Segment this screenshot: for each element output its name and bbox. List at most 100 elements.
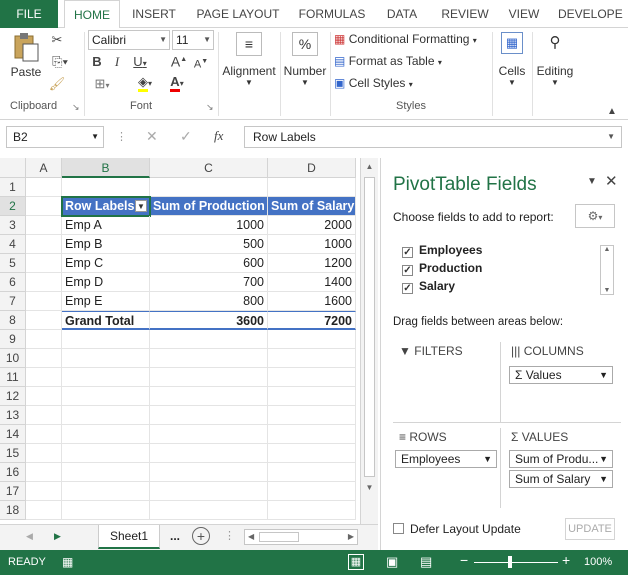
next-sheet-icon[interactable]: ▶ (54, 531, 61, 542)
tab-data[interactable]: DATA (378, 0, 426, 28)
pivot-cell-row-label[interactable]: Emp C (62, 254, 150, 273)
row-header-12[interactable]: 12 (0, 387, 26, 406)
filter-dropdown-icon[interactable]: ▼ (135, 200, 147, 212)
cell-styles-button[interactable]: ▣ Cell Styles ▾ (334, 76, 490, 94)
field-production[interactable]: ✓ Production (402, 259, 482, 277)
row-header-5[interactable]: 5 (0, 254, 26, 273)
row-header-1[interactable]: 1 (0, 178, 26, 197)
row-header-17[interactable]: 17 (0, 482, 26, 501)
grid-cell[interactable] (26, 463, 62, 482)
grid-cell[interactable] (62, 330, 150, 349)
columns-area[interactable]: ||| COLUMNS Σ Values ▼ (505, 342, 623, 422)
normal-view-icon[interactable]: ▦ (348, 554, 364, 570)
checkbox-checked-icon[interactable]: ✓ (402, 283, 413, 294)
checkbox-checked-icon[interactable]: ✓ (402, 247, 413, 258)
update-button[interactable]: UPDATE (565, 518, 615, 540)
grid-cell[interactable] (150, 330, 268, 349)
pivot-header-production[interactable]: Sum of Production (150, 197, 268, 216)
grid-cell[interactable] (26, 254, 62, 273)
enter-icon[interactable]: ✓ (180, 128, 192, 145)
copy-icon[interactable]: ⎘▾ (48, 54, 72, 70)
grid-cell[interactable] (26, 292, 62, 311)
field-list-scrollbar[interactable]: ▲ ▼ (600, 245, 614, 295)
grid-cell[interactable] (268, 444, 356, 463)
grid-cell[interactable] (150, 482, 268, 501)
grid-cell[interactable] (62, 349, 150, 368)
grid-cell[interactable] (62, 406, 150, 425)
grid-cell[interactable] (150, 444, 268, 463)
column-header-b[interactable]: B (62, 158, 150, 178)
zoom-slider-thumb[interactable] (508, 556, 512, 568)
grid-cell[interactable] (26, 425, 62, 444)
row-header-7[interactable]: 7 (0, 292, 26, 311)
field-employees[interactable]: ✓ Employees (402, 241, 482, 259)
sheet-tab-sheet1[interactable]: Sheet1 (98, 525, 160, 549)
defer-layout-checkbox[interactable]: Defer Layout Update (393, 522, 521, 536)
pivot-cell-production[interactable]: 800 (150, 292, 268, 311)
row-header-4[interactable]: 4 (0, 235, 26, 254)
cancel-icon[interactable]: ✕ (146, 128, 158, 145)
collapse-ribbon-icon[interactable]: ▲ (604, 104, 620, 120)
grid-cell[interactable] (62, 463, 150, 482)
grid-cell[interactable] (26, 368, 62, 387)
grid-cell[interactable] (268, 406, 356, 425)
grid-cell[interactable] (26, 444, 62, 463)
zoom-level[interactable]: 100% (584, 556, 612, 568)
pivot-cell-salary[interactable]: 1000 (268, 235, 356, 254)
grid-cell[interactable] (26, 349, 62, 368)
horizontal-scrollbar[interactable]: ◀ ▶ (244, 529, 358, 545)
row-header-11[interactable]: 11 (0, 368, 26, 387)
tab-review[interactable]: REVIEW (436, 0, 494, 28)
name-box[interactable]: B2 ▼ (6, 126, 104, 148)
grid-cell[interactable] (150, 463, 268, 482)
macro-record-icon[interactable]: ▦ (62, 555, 73, 569)
pivot-cell-salary[interactable]: 1200 (268, 254, 356, 273)
grid-cell[interactable] (62, 482, 150, 501)
row-header-15[interactable]: 15 (0, 444, 26, 463)
tab-formulas[interactable]: FORMULAS (294, 0, 370, 28)
row-header-9[interactable]: 9 (0, 330, 26, 349)
row-header-3[interactable]: 3 (0, 216, 26, 235)
grid-cell[interactable] (150, 501, 268, 520)
zoom-in-icon[interactable]: + (562, 552, 570, 568)
cells-button[interactable]: ▦ Cells ▼ (494, 32, 530, 98)
grid-cell[interactable] (62, 444, 150, 463)
rows-area[interactable]: ≡ ROWS Employees ▼ (393, 428, 501, 508)
borders-icon[interactable]: ⊞▾ (88, 76, 116, 94)
clipboard-launcher-icon[interactable]: ↘ (72, 102, 80, 113)
pivot-header-row-labels[interactable]: Row Labels ▼ (62, 197, 150, 216)
grid-cell[interactable] (268, 178, 356, 197)
decrease-font-icon[interactable]: A▼ (192, 54, 210, 73)
scroll-down-icon[interactable]: ▼ (601, 287, 613, 294)
pivot-cell-production[interactable]: 1000 (150, 216, 268, 235)
pivot-cell-row-label[interactable]: Emp D (62, 273, 150, 292)
rows-employees-pill[interactable]: Employees ▼ (395, 450, 497, 468)
scroll-down-icon[interactable]: ▼ (361, 483, 378, 492)
underline-icon[interactable]: U▾ (128, 54, 152, 72)
close-icon[interactable]: ✕ (605, 172, 618, 190)
grid-cell[interactable] (150, 406, 268, 425)
values-production-pill[interactable]: Sum of Produ... ▼ (509, 450, 613, 468)
conditional-formatting-button[interactable]: ▦ Conditional Formatting ▾ (334, 32, 490, 50)
row-header-10[interactable]: 10 (0, 349, 26, 368)
grid-cell[interactable] (62, 368, 150, 387)
tab-page-layout[interactable]: PAGE LAYOUT (190, 0, 286, 28)
pivot-cell-production[interactable]: 600 (150, 254, 268, 273)
gear-icon[interactable]: ⚙▾ (575, 204, 615, 228)
values-salary-pill[interactable]: Sum of Salary ▼ (509, 470, 613, 488)
pivot-cell-salary[interactable]: 1400 (268, 273, 356, 292)
grid-cell[interactable] (62, 387, 150, 406)
grid-cell[interactable] (268, 387, 356, 406)
zoom-slider[interactable] (474, 562, 558, 563)
pivot-cell-salary[interactable]: 1600 (268, 292, 356, 311)
tab-file[interactable]: FILE (0, 0, 58, 28)
row-header-14[interactable]: 14 (0, 425, 26, 444)
grand-total-production[interactable]: 3600 (150, 311, 268, 330)
font-color-icon[interactable]: A▾ (164, 74, 190, 92)
grid-cell[interactable] (26, 330, 62, 349)
number-button[interactable]: % Number ▼ (282, 32, 328, 98)
column-header-c[interactable]: C (150, 158, 268, 178)
tab-view[interactable]: VIEW (502, 0, 546, 28)
more-sheets-button[interactable]: ... (170, 529, 180, 543)
grid-cell[interactable] (26, 197, 62, 216)
